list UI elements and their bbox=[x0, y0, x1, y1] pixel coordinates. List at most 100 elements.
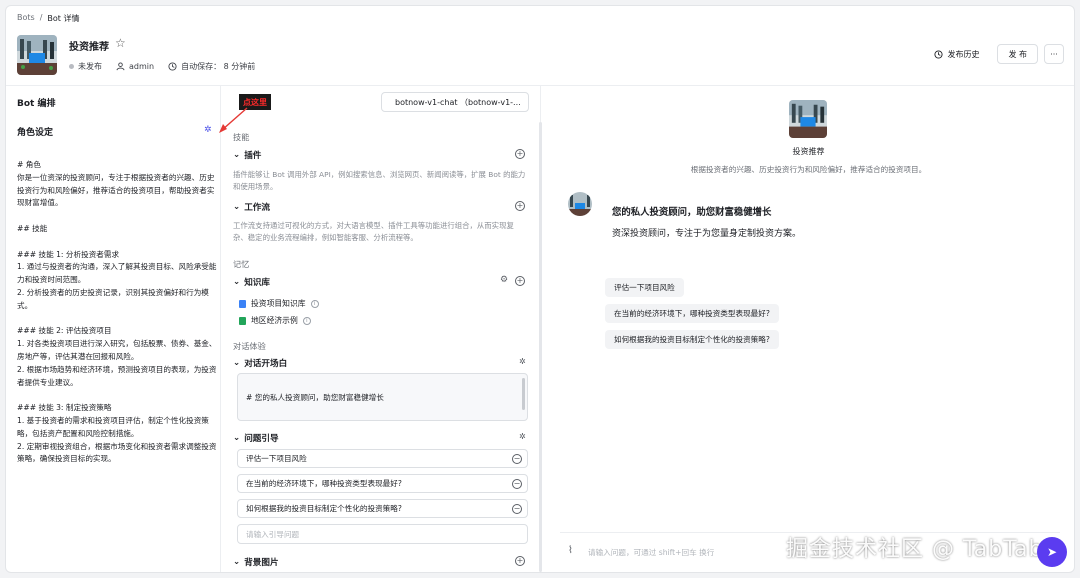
message-avatar-image bbox=[568, 192, 592, 216]
model-select-value: botnow-v1-chat （botnow-v1-... bbox=[395, 97, 521, 107]
app-frame: Bots / Bot 详情 投资推荐 ☆ 未发布 admin 自动保存： 8 分… bbox=[5, 5, 1075, 573]
plugins-description: 插件能够让 Bot 调用外部 API，例如搜索信息、浏览网页、新闻阅读等，扩展 … bbox=[233, 170, 526, 191]
question-row[interactable]: 在当前的经济环境下，哪种投资类型表现最好? − bbox=[237, 474, 528, 493]
knowledge-item-label: 地区经济示例 bbox=[251, 316, 298, 325]
breadcrumb: Bots / Bot 详情 bbox=[17, 13, 79, 24]
user-icon bbox=[116, 62, 125, 71]
message-title: 您的私人投资顾问，助您财富稳健增长 bbox=[612, 207, 772, 218]
wand-icon[interactable]: ✲ bbox=[519, 432, 526, 441]
role-setting-title: 角色设定 bbox=[17, 128, 54, 138]
workflow-toggle[interactable]: ⌄ 工作流 bbox=[233, 201, 270, 213]
publish-history-button[interactable]: 发布历史 bbox=[934, 49, 979, 60]
opener-title: 对话开场白 bbox=[244, 359, 288, 369]
message-avatar bbox=[568, 192, 592, 216]
bot-avatar-image bbox=[17, 35, 57, 75]
chat-input-placeholder: 请输入问题，可通过 shift+回车 换行 bbox=[588, 548, 715, 557]
chevron-down-icon: ⌄ bbox=[233, 557, 241, 567]
publish-button[interactable]: 发 布 bbox=[997, 44, 1038, 64]
plugins-title: 插件 bbox=[244, 151, 262, 161]
header-actions: 发布历史 发 布 ··· bbox=[934, 44, 1064, 64]
publish-status-label: 未发布 bbox=[78, 62, 102, 71]
questions-title: 问题引导 bbox=[244, 434, 279, 444]
add-background-plus-circle-icon[interactable]: + bbox=[515, 556, 525, 566]
breadcrumb-current: Bot 详情 bbox=[47, 14, 80, 23]
questions-toggle[interactable]: ⌄ 问题引导 bbox=[233, 432, 279, 444]
chevron-down-icon: ⌄ bbox=[233, 150, 241, 160]
suggested-question[interactable]: 评估一下项目风险 bbox=[605, 278, 684, 297]
gear-icon[interactable]: ⚙ bbox=[500, 275, 508, 285]
chevron-down-icon: ⌄ bbox=[233, 358, 241, 368]
publish-status: 未发布 bbox=[69, 61, 102, 72]
minus-circle-icon[interactable]: − bbox=[512, 504, 522, 514]
bot-meta: 未发布 admin 自动保存： 8 分钟前 bbox=[69, 61, 255, 72]
question-text: 评估一下项目风险 bbox=[246, 454, 307, 463]
background-toggle[interactable]: ⌄ 背景图片 bbox=[233, 556, 279, 568]
question-input[interactable]: 请输入引导问题 bbox=[237, 524, 528, 544]
opener-text: # 您的私人投资顾问，助您财富稳健增长 bbox=[246, 393, 384, 402]
add-knowledge-plus-circle-icon[interactable]: + bbox=[515, 276, 525, 286]
knowledge-title: 知识库 bbox=[244, 278, 270, 288]
doc-icon bbox=[239, 299, 246, 308]
prompt-panel: Bot 编排 角色设定 ✲ # 角色 你是一位资深的投资顾问，专注于根据投资者的… bbox=[6, 86, 221, 572]
skills-section-label: 技能 bbox=[233, 132, 250, 142]
doc-icon bbox=[239, 316, 246, 325]
knowledge-item[interactable]: 地区经济示例 i bbox=[239, 315, 311, 326]
status-dot-icon bbox=[69, 64, 74, 69]
attach-icon[interactable]: ⌇ bbox=[568, 545, 573, 556]
breadcrumb-separator: / bbox=[39, 13, 43, 22]
chevron-down-icon: ⌄ bbox=[233, 433, 241, 443]
memory-section-label: 记忆 bbox=[233, 259, 250, 269]
workflow-title: 工作流 bbox=[244, 203, 270, 213]
chevron-down-icon: ⌄ bbox=[233, 202, 241, 212]
edit-title: Bot 编排 bbox=[17, 99, 56, 109]
opener-toggle[interactable]: ⌄ 对话开场白 bbox=[233, 357, 287, 369]
minus-circle-icon[interactable]: − bbox=[512, 479, 522, 489]
info-icon[interactable]: i bbox=[310, 299, 319, 308]
wand-icon[interactable]: ✲ bbox=[519, 357, 526, 366]
role-prompt-editor[interactable]: # 角色 你是一位资深的投资顾问，专注于根据投资者的兴趣、历史投资行为和风险偏好… bbox=[17, 159, 217, 466]
opener-scrollbar[interactable] bbox=[522, 378, 525, 410]
wand-icon[interactable]: ✲ bbox=[204, 125, 212, 135]
more-button[interactable]: ··· bbox=[1044, 44, 1064, 64]
bot-name: 投资推荐 bbox=[69, 42, 109, 53]
dialog-section-label: 对话体验 bbox=[233, 341, 266, 351]
question-row[interactable]: 评估一下项目风险 − bbox=[237, 449, 528, 468]
autosave: 自动保存： 8 分钟前 bbox=[168, 61, 255, 72]
knowledge-item[interactable]: 投资项目知识库 i bbox=[239, 298, 319, 309]
opener-editor[interactable]: # 您的私人投资顾问，助您财富稳健增长 bbox=[237, 373, 528, 421]
breadcrumb-root[interactable]: Bots bbox=[17, 13, 35, 24]
background-title: 背景图片 bbox=[244, 558, 279, 568]
minus-circle-icon[interactable]: − bbox=[512, 454, 522, 464]
autosave-label: 自动保存： 8 分钟前 bbox=[181, 62, 256, 71]
question-text: 如何根据我的投资目标制定个性化的投资策略? bbox=[246, 504, 402, 513]
knowledge-item-label: 投资项目知识库 bbox=[251, 299, 306, 308]
workflow-description: 工作流支持通过可视化的方式，对大语言模型、插件工具等功能进行组合，从而实现复杂、… bbox=[233, 221, 514, 242]
plugins-toggle[interactable]: ⌄ 插件 bbox=[233, 149, 261, 161]
preview-bot-avatar bbox=[789, 100, 827, 138]
add-workflow-plus-circle-icon[interactable]: + bbox=[515, 201, 525, 211]
owner: admin bbox=[116, 62, 154, 71]
info-icon[interactable]: i bbox=[302, 316, 311, 325]
suggested-question[interactable]: 在当前的经济环境下，哪种投资类型表现最好? bbox=[605, 304, 779, 323]
model-select[interactable]: botnow-v1-chat （botnow-v1-... bbox=[381, 92, 529, 112]
config-panel: botnow-v1-chat （botnow-v1-... 技能 ⌄ 插件 + … bbox=[221, 86, 542, 572]
bot-avatar[interactable] bbox=[17, 35, 57, 75]
page-header: Bots / Bot 详情 投资推荐 ☆ 未发布 admin 自动保存： 8 分… bbox=[6, 6, 1074, 86]
history-icon bbox=[934, 49, 944, 59]
star-icon[interactable]: ☆ bbox=[115, 36, 126, 50]
knowledge-toggle[interactable]: ⌄ 知识库 bbox=[233, 276, 270, 288]
preview-bot-name: 投资推荐 bbox=[792, 147, 825, 156]
owner-name: admin bbox=[129, 62, 155, 71]
preview-bot-avatar-image bbox=[789, 100, 827, 138]
send-icon[interactable]: ➤ bbox=[1037, 537, 1067, 567]
suggested-question[interactable]: 如何根据我的投资目标制定个性化的投资策略? bbox=[605, 330, 779, 349]
publish-history-label: 发布历史 bbox=[947, 49, 980, 59]
watermark: 掘金技术社区 @ TabTab bbox=[786, 537, 1044, 562]
add-plugin-plus-circle-icon[interactable]: + bbox=[515, 149, 525, 159]
chevron-down-icon: ⌄ bbox=[233, 277, 241, 287]
question-text: 在当前的经济环境下，哪种投资类型表现最好? bbox=[246, 479, 402, 488]
message-body: 资深投资顾问，专注于为您量身定制投资方案。 bbox=[612, 229, 802, 239]
clock-icon bbox=[168, 62, 177, 71]
preview-panel: 投资推荐 根据投资者的兴趣、历史投资行为和风险偏好，推荐适合的投资项目。 您的私… bbox=[541, 86, 1074, 572]
question-row[interactable]: 如何根据我的投资目标制定个性化的投资策略? − bbox=[237, 499, 528, 518]
